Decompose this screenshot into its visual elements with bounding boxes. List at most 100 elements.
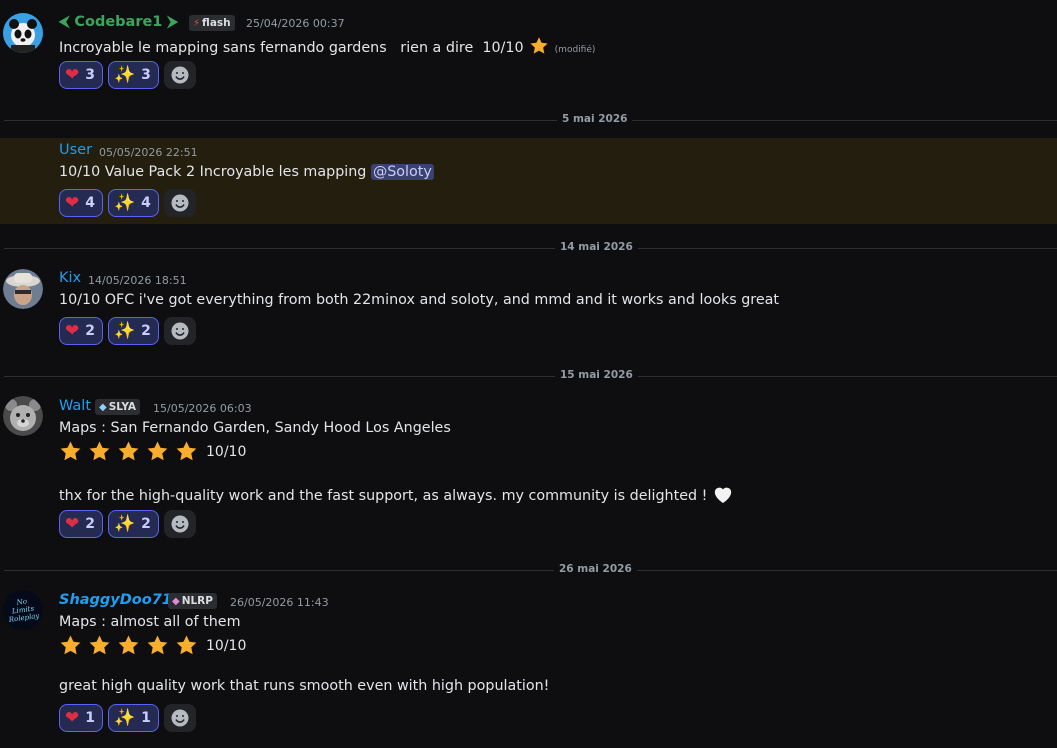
add-reaction-button[interactable] (163, 189, 196, 217)
add-reaction-button[interactable] (163, 317, 196, 345)
heart-icon: ❤ (65, 708, 80, 728)
message-text: 10/10 Value Pack 2 Incroyable les mappin… (59, 164, 434, 180)
heart-icon: ❤ (65, 321, 80, 341)
reaction-heart[interactable]: ❤ 3 (59, 61, 103, 89)
timestamp[interactable]: 25/04/2026 00:37 (246, 17, 345, 30)
message-text: great high quality work that runs smooth… (59, 678, 549, 694)
star-icon (88, 440, 111, 463)
add-reaction-button[interactable] (163, 510, 196, 538)
star-icon (146, 634, 169, 657)
reaction-sparkles[interactable]: ✨ 3 (108, 61, 159, 89)
badge-label: SLYA (108, 401, 137, 413)
heart-icon: ❤ (65, 193, 80, 213)
sparkles-icon: ✨ (114, 193, 136, 213)
add-reaction-button[interactable] (163, 704, 196, 732)
diamond-icon: ◆ (99, 402, 107, 413)
avatar-logo-text: No Limits Roleplay (8, 597, 40, 625)
reaction-heart[interactable]: ❤ 2 (59, 317, 103, 345)
cowboy-avatar-icon[interactable] (3, 269, 43, 309)
message: Walt ◆ SLYA 15/05/2026 06:03 Maps : San F… (0, 390, 1057, 550)
bear-avatar-icon[interactable] (3, 396, 43, 436)
message-content: thx for the high-quality work and the fa… (59, 488, 712, 504)
white-heart-icon (712, 487, 734, 504)
reaction-count: 1 (85, 710, 95, 726)
reaction-count: 3 (141, 67, 151, 83)
star-icon (59, 634, 82, 657)
reaction-count: 1 (141, 710, 151, 726)
reaction-heart[interactable]: ❤ 2 (59, 510, 103, 538)
date-divider (4, 248, 1057, 249)
star-icon (175, 634, 198, 657)
smiley-icon (171, 66, 189, 84)
message-content: 10/10 OFC i've got everything from both … (59, 292, 780, 308)
reaction-heart[interactable]: ❤ 4 (59, 189, 103, 217)
reactions: ❤ 1 ✨ 1 (59, 704, 196, 732)
gem-icon: ◆ (172, 596, 180, 607)
timestamp[interactable]: 14/05/2026 18:51 (88, 274, 187, 287)
message-content: Maps : San Fernando Garden, Sandy Hood L… (59, 420, 451, 436)
reaction-heart[interactable]: ❤ 1 (59, 704, 103, 732)
timestamp[interactable]: 26/05/2026 11:43 (230, 596, 329, 609)
username[interactable]: Walt (59, 398, 91, 414)
reaction-count: 4 (85, 195, 95, 211)
heart-icon: ❤ (65, 514, 80, 534)
reaction-count: 2 (141, 516, 151, 532)
date-divider-label: 5 mai 2026 (557, 113, 633, 125)
date-divider-label: 14 mai 2026 (555, 241, 638, 253)
message-content: great high quality work that runs smooth… (59, 678, 550, 694)
message-text: 10/10 OFC i've got everything from both … (59, 292, 779, 308)
role-badge[interactable]: ⚡ flash (189, 15, 235, 31)
date-divider (4, 120, 1057, 121)
username[interactable]: ShaggyDoo710 (59, 592, 182, 608)
sparkles-icon: ✨ (114, 708, 136, 728)
reaction-sparkles[interactable]: ✨ 1 (108, 704, 159, 732)
username[interactable]: User (59, 142, 92, 158)
timestamp[interactable]: 05/05/2026 22:51 (99, 146, 198, 159)
message-content: Maps : almost all of them (59, 614, 241, 630)
star-icon (146, 440, 169, 463)
message-text: Maps : almost all of them (59, 614, 241, 630)
reactions: ❤ 3 ✨ 3 (59, 61, 196, 89)
message-highlighted: User 05/05/2026 22:51 10/10 Value Pack 2… (0, 138, 1057, 224)
star-icon (88, 634, 111, 657)
message: ⮜ Codebare1 ⮞ ⚡ flash 25/04/2026 00:37 In… (0, 0, 1057, 100)
sparkles-icon: ✨ (114, 321, 136, 341)
badge-label: NLRP (181, 595, 213, 607)
reactions: ❤ 4 ✨ 4 (59, 189, 196, 217)
message: No Limits Roleplay ShaggyDoo710 ◆ NLRP 26… (0, 584, 1057, 748)
panda-avatar-icon[interactable] (3, 13, 43, 53)
reaction-count: 2 (85, 323, 95, 339)
star-emoji-icon (524, 37, 555, 56)
reaction-sparkles[interactable]: ✨ 2 (108, 510, 159, 538)
heart-icon: ❤ (65, 65, 80, 85)
role-badge[interactable]: ◆ SLYA (95, 399, 141, 415)
user-mention[interactable]: @Soloty (370, 164, 434, 180)
reaction-count: 2 (85, 516, 95, 532)
timestamp[interactable]: 15/05/2026 06:03 (153, 402, 252, 415)
message-content: Incroyable le mapping sans fernando gard… (59, 40, 524, 56)
message-text: thx for the high-quality work and the fa… (59, 484, 734, 504)
role-badge[interactable]: ◆ NLRP (168, 593, 217, 609)
date-divider-label: 26 mai 2026 (554, 563, 637, 575)
sparkles-icon: ✨ (114, 514, 136, 534)
reaction-sparkles[interactable]: ✨ 4 (108, 189, 159, 217)
username[interactable]: ⮜ Codebare1 ⮞ (59, 14, 178, 30)
badge-label: flash (202, 17, 231, 29)
username[interactable]: Kix (59, 270, 81, 286)
add-reaction-button[interactable] (163, 61, 196, 89)
star-icon (117, 440, 140, 463)
no-limits-roleplay-logo[interactable]: No Limits Roleplay (3, 590, 43, 630)
star-rating: 10/10 (59, 440, 246, 463)
reaction-sparkles[interactable]: ✨ 2 (108, 317, 159, 345)
date-divider (4, 376, 1057, 377)
message-content: 10/10 Value Pack 2 Incroyable les mappin… (59, 164, 371, 180)
reaction-count: 2 (141, 323, 151, 339)
smiley-icon (171, 515, 189, 533)
reaction-count: 4 (141, 195, 151, 211)
smiley-icon (171, 322, 189, 340)
reactions: ❤ 2 ✨ 2 (59, 317, 196, 345)
message-text: Maps : San Fernando Garden, Sandy Hood L… (59, 420, 451, 436)
rating-text: 10/10 (206, 637, 247, 654)
lightning-icon: ⚡ (193, 18, 201, 29)
star-icon (117, 634, 140, 657)
